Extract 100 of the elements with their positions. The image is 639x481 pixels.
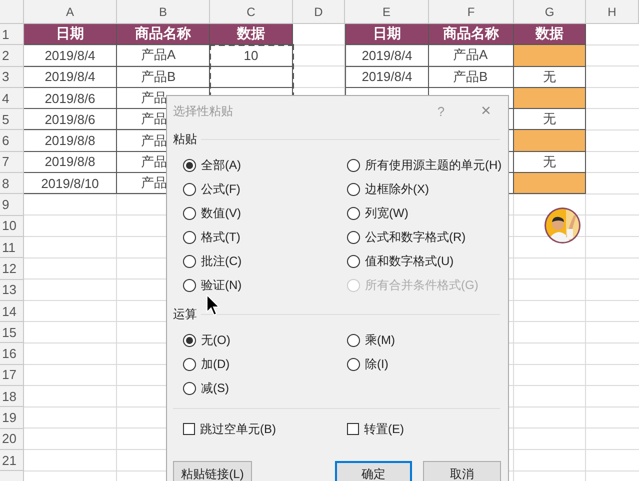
table-cell: 2019/8/4 (24, 66, 117, 88)
mouse-pointer-icon (206, 294, 220, 316)
radio-button[interactable] (183, 158, 196, 172)
column-letter[interactable]: G (514, 0, 586, 24)
row-number[interactable]: 17 (0, 364, 24, 386)
radio-option[interactable]: 公式和数字格式(R) (347, 225, 508, 249)
row-number[interactable]: 12 (0, 258, 24, 280)
option-label: 乘(M) (365, 332, 395, 348)
row-number[interactable]: 4 (0, 88, 24, 110)
column-header: 数据 (514, 24, 586, 46)
table-cell: 2019/8/10 (24, 173, 117, 194)
radio-option[interactable]: 所有使用源主题的单元(H) (347, 153, 508, 177)
checkbox-option[interactable]: 转置(E) (347, 418, 508, 440)
radio-button[interactable] (347, 230, 360, 244)
dialog-button[interactable]: 取消 (423, 461, 501, 481)
row-number[interactable]: 6 (0, 130, 24, 152)
option-label: 无(O) (201, 332, 230, 348)
row-number[interactable]: 8 (0, 173, 24, 194)
option-label: 边框除外(X) (365, 180, 429, 198)
option-label: 值和数字格式(U) (365, 252, 454, 270)
table-cell: 产品A (117, 45, 210, 67)
row-number[interactable]: 1 (0, 24, 24, 46)
table-cell: 2019/8/6 (24, 88, 117, 110)
radio-option[interactable]: 格式(T) (183, 225, 347, 249)
option-label: 验证(N) (201, 276, 242, 294)
column-letter[interactable]: F (429, 0, 514, 24)
radio-option[interactable]: 验证(N) (183, 273, 347, 297)
radio-button[interactable] (347, 158, 360, 172)
column-letter[interactable]: D (293, 0, 345, 24)
radio-button[interactable] (347, 334, 360, 346)
row-number[interactable]: 14 (0, 300, 24, 322)
table-cell: 产品B (117, 66, 210, 88)
option-label: 公式和数字格式(R) (365, 228, 466, 246)
radio-option[interactable]: 除(I) (347, 352, 508, 376)
column-header: 商品名称 (117, 24, 210, 46)
column-letter[interactable]: B (117, 0, 210, 24)
section-title: 运算 (173, 306, 197, 323)
column-letter[interactable]: C (210, 0, 293, 24)
radio-option[interactable]: 乘(M) (347, 328, 508, 352)
radio-button[interactable] (347, 206, 360, 220)
table-cell: 产品B (429, 66, 514, 88)
radio-button[interactable] (183, 334, 196, 346)
row-number[interactable]: 5 (0, 109, 24, 130)
option-label: 格式(T) (201, 228, 240, 246)
dialog-button[interactable]: 粘贴链接(L) (173, 461, 252, 481)
radio-option[interactable]: 值和数字格式(U) (347, 249, 508, 273)
radio-button[interactable] (347, 254, 360, 268)
option-label: 数值(V) (201, 204, 241, 222)
radio-button[interactable] (183, 382, 196, 394)
radio-button[interactable] (183, 278, 196, 292)
checkbox[interactable] (347, 423, 359, 435)
column-header: 日期 (345, 24, 429, 46)
radio-option[interactable]: 加(D) (183, 352, 347, 376)
row-number[interactable]: 2 (0, 45, 24, 67)
radio-option[interactable]: 减(S) (183, 376, 347, 400)
row-number[interactable]: 21 (0, 450, 24, 472)
option-label: 批注(C) (201, 252, 242, 270)
radio-button[interactable] (347, 358, 360, 370)
column-header: 日期 (24, 24, 117, 46)
row-number[interactable]: 11 (0, 236, 24, 258)
checkbox[interactable] (183, 423, 195, 435)
row-number[interactable]: 9 (0, 194, 24, 216)
table-cell: 10 (210, 45, 293, 67)
row-number[interactable]: 16 (0, 343, 24, 365)
radio-button[interactable] (183, 254, 196, 268)
table-cell: 2019/8/6 (24, 109, 117, 130)
radio-button[interactable] (347, 182, 360, 196)
option-label: 跳过空单元(B) (200, 420, 276, 438)
option-label: 减(S) (201, 380, 229, 396)
option-label: 列宽(W) (365, 204, 408, 222)
option-label: 除(I) (365, 356, 388, 372)
table-cell: 2019/8/8 (24, 130, 117, 152)
radio-option[interactable]: 无(O) (183, 328, 347, 352)
option-label: 转置(E) (364, 420, 404, 438)
row-number[interactable]: 7 (0, 152, 24, 174)
row-number[interactable]: 10 (0, 216, 24, 237)
column-header: 商品名称 (429, 24, 514, 46)
radio-option[interactable]: 数值(V) (183, 201, 347, 225)
column-letter[interactable]: H (586, 0, 639, 24)
option-label: 所有合并条件格式(G) (365, 276, 478, 294)
radio-button[interactable] (183, 206, 196, 220)
dialog-button[interactable]: 确定 (335, 461, 412, 481)
option-label: 加(D) (201, 356, 230, 372)
column-letter[interactable]: E (345, 0, 429, 24)
row-number[interactable]: 13 (0, 280, 24, 301)
row-number[interactable]: 19 (0, 407, 24, 429)
checkbox-option[interactable]: 跳过空单元(B) (183, 418, 347, 440)
table-cell: 2019/8/4 (345, 45, 429, 67)
row-number[interactable]: 3 (0, 66, 24, 88)
row-number[interactable]: 15 (0, 322, 24, 344)
table-cell: 2019/8/8 (24, 152, 117, 174)
column-letter[interactable]: A (24, 0, 117, 24)
radio-option[interactable]: 批注(C) (183, 249, 347, 273)
row-number[interactable]: 20 (0, 428, 24, 450)
radio-button[interactable] (183, 358, 196, 370)
radio-button[interactable] (183, 182, 196, 196)
row-number[interactable]: 18 (0, 386, 24, 408)
radio-option[interactable]: 列宽(W) (347, 201, 508, 225)
radio-option[interactable]: 边框除外(X) (347, 177, 508, 201)
radio-button[interactable] (183, 230, 196, 244)
